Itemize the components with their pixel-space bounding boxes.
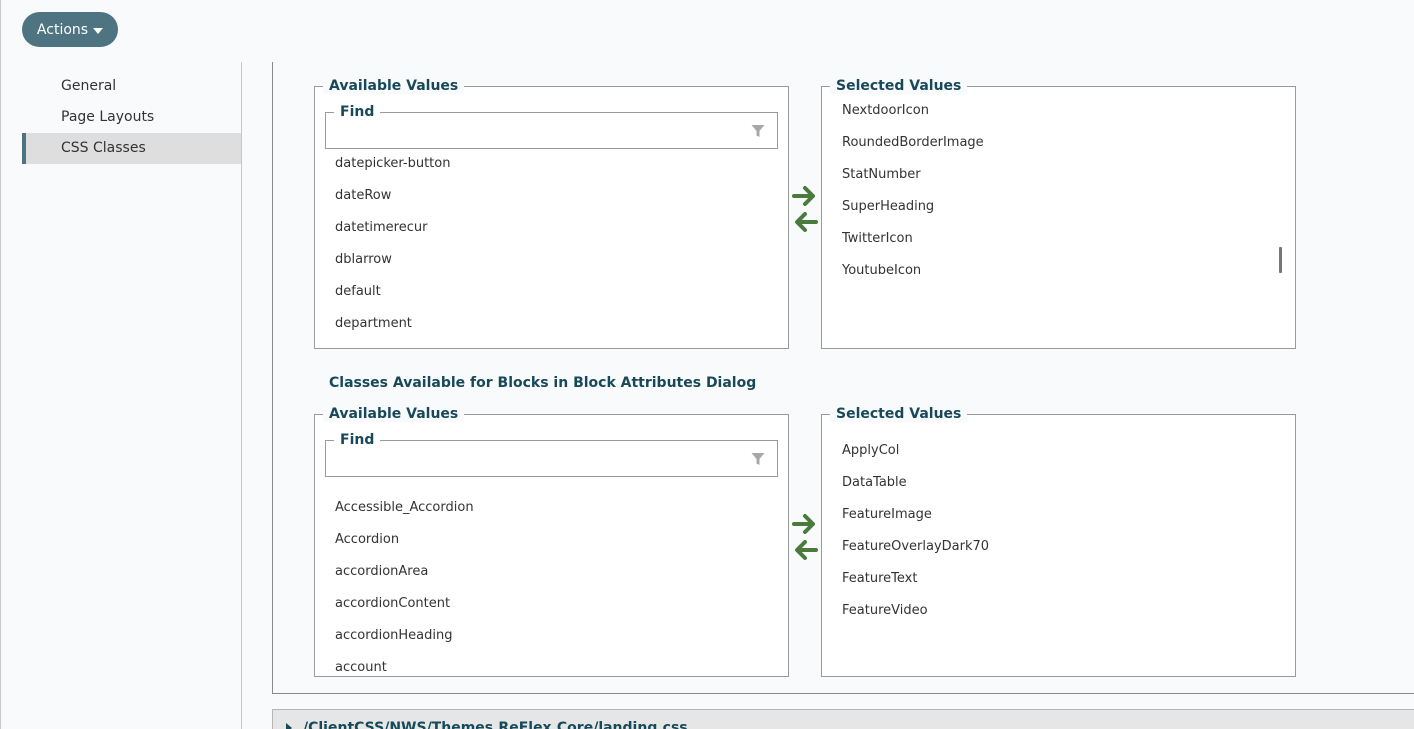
list-item[interactable]: DataTable bbox=[842, 475, 907, 491]
list-item[interactable]: StatNumber bbox=[842, 167, 921, 183]
top-available-values-box: Available Values Find datepicker-button … bbox=[314, 78, 789, 349]
list-item[interactable]: YoutubeIcon bbox=[842, 263, 921, 279]
block-classes-section-title: Classes Available for Blocks in Block At… bbox=[329, 375, 757, 391]
move-right-arrow-icon[interactable] bbox=[792, 513, 818, 535]
block-available-values-box: Available Values Find Accessible_Accordi… bbox=[314, 406, 789, 677]
list-item[interactable]: accordionArea bbox=[335, 564, 428, 580]
caret-down-icon bbox=[93, 27, 104, 34]
move-right-arrow-icon[interactable] bbox=[792, 185, 818, 207]
list-item[interactable]: datetimerecur bbox=[335, 220, 427, 236]
top-selected-legend: Selected Values bbox=[830, 78, 968, 94]
list-item[interactable]: account bbox=[335, 660, 387, 676]
filter-icon[interactable] bbox=[751, 452, 765, 466]
list-item[interactable]: SuperHeading bbox=[842, 199, 934, 215]
side-nav: General Page Layouts CSS Classes bbox=[22, 71, 241, 164]
list-item[interactable]: ApplyCol bbox=[842, 443, 899, 459]
top-selected-list: NextdoorIcon RoundedBorderImage StatNumb… bbox=[822, 95, 1295, 348]
nav-item-page-layouts[interactable]: Page Layouts bbox=[22, 102, 241, 133]
move-left-arrow-icon[interactable] bbox=[792, 211, 818, 233]
list-item[interactable]: datepicker-button bbox=[335, 156, 450, 172]
block-available-list: Accessible_Accordion Accordion accordion… bbox=[315, 478, 788, 676]
block-selected-legend: Selected Values bbox=[830, 406, 968, 422]
top-selected-values-box: Selected Values NextdoorIcon RoundedBord… bbox=[821, 78, 1296, 349]
list-item[interactable]: FeatureOverlayDark70 bbox=[842, 539, 989, 555]
list-item[interactable]: default bbox=[335, 284, 381, 300]
list-item[interactable]: FeatureImage bbox=[842, 507, 932, 523]
list-item[interactable]: accordionHeading bbox=[335, 628, 452, 644]
top-find-box: Find bbox=[325, 104, 778, 149]
window-left-border bbox=[0, 0, 1, 729]
block-find-label: Find bbox=[334, 432, 381, 448]
nav-item-css-classes[interactable]: CSS Classes bbox=[22, 133, 241, 164]
top-available-legend: Available Values bbox=[323, 78, 465, 94]
block-transfer-arrows bbox=[792, 513, 818, 561]
nav-item-general[interactable]: General bbox=[22, 71, 241, 102]
actions-button[interactable]: Actions bbox=[22, 12, 118, 47]
list-item[interactable]: FeatureVideo bbox=[842, 603, 928, 619]
list-item[interactable]: TwitterIcon bbox=[842, 231, 913, 247]
move-left-arrow-icon[interactable] bbox=[792, 539, 818, 561]
css-file-path: /ClientCSS/NWS/Themes.ReFlex.Core/landin… bbox=[303, 720, 688, 729]
collapsed-css-file-row[interactable]: /ClientCSS/NWS/Themes.ReFlex.Core/landin… bbox=[272, 709, 1414, 729]
actions-label: Actions bbox=[36, 21, 89, 38]
list-item[interactable]: FeatureText bbox=[842, 571, 917, 587]
list-item[interactable]: Accessible_Accordion bbox=[335, 500, 474, 516]
block-available-legend: Available Values bbox=[323, 406, 465, 422]
list-item[interactable]: NextdoorIcon bbox=[842, 103, 929, 119]
scrollbar-thumb[interactable] bbox=[1279, 247, 1282, 273]
block-find-input[interactable] bbox=[334, 451, 734, 469]
list-item[interactable]: RoundedBorderImage bbox=[842, 135, 984, 151]
top-available-list: datepicker-button dateRow datetimerecur … bbox=[315, 150, 788, 348]
top-find-input[interactable] bbox=[334, 123, 734, 141]
list-item[interactable]: dblarrow bbox=[335, 252, 392, 268]
list-item[interactable]: dateRow bbox=[335, 188, 391, 204]
list-item[interactable]: accordionContent bbox=[335, 596, 450, 612]
filter-icon[interactable] bbox=[751, 124, 765, 138]
block-find-box: Find bbox=[325, 432, 778, 477]
list-item[interactable]: department bbox=[335, 316, 412, 332]
expand-triangle-icon[interactable] bbox=[286, 723, 292, 729]
block-selected-values-box: Selected Values ApplyCol DataTable Featu… bbox=[821, 406, 1296, 677]
top-find-label: Find bbox=[334, 104, 381, 120]
nav-divider bbox=[241, 62, 242, 729]
list-item[interactable]: Accordion bbox=[335, 532, 399, 548]
block-selected-list: ApplyCol DataTable FeatureImage FeatureO… bbox=[822, 423, 1295, 676]
top-transfer-arrows bbox=[792, 185, 818, 233]
